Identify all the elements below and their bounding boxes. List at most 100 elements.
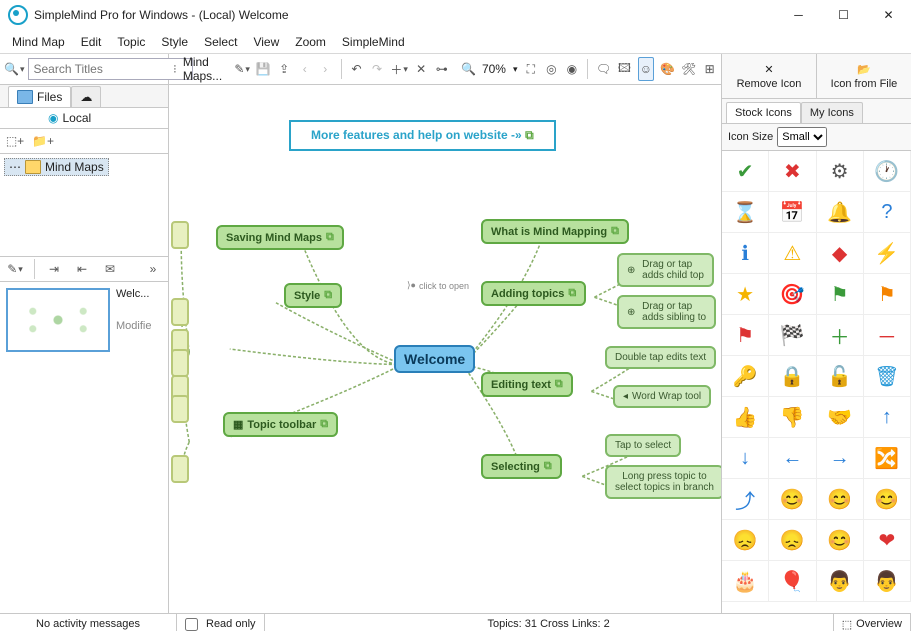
share-icon[interactable]: ⇪ bbox=[277, 58, 292, 80]
stock-icon[interactable]: 😊 bbox=[817, 479, 864, 520]
link-icon[interactable]: ⊶ bbox=[434, 58, 449, 80]
stock-icon[interactable]: 😊 bbox=[769, 479, 816, 520]
stock-icon[interactable]: ⚑ bbox=[817, 274, 864, 315]
stock-icon[interactable]: － bbox=[864, 315, 911, 356]
tab-files[interactable]: Files bbox=[8, 86, 71, 107]
node-editing[interactable]: Editing text⧉ bbox=[481, 372, 573, 397]
search-icon[interactable]: 🔍▾ bbox=[4, 58, 24, 80]
tools-icon[interactable]: 🛠 bbox=[681, 58, 696, 80]
stock-icon[interactable]: ❤ bbox=[864, 520, 911, 561]
menu-view[interactable]: View bbox=[245, 33, 287, 51]
stock-icon[interactable]: ✖ bbox=[769, 151, 816, 192]
export-icon[interactable]: ⇤ bbox=[71, 258, 93, 280]
palette-icon[interactable]: 🎨 bbox=[660, 58, 675, 80]
zoom-icon[interactable]: 🔍 bbox=[461, 58, 476, 80]
stock-icon[interactable]: ⚠ bbox=[769, 233, 816, 274]
target-icon[interactable]: ◎ bbox=[544, 58, 559, 80]
menu-edit[interactable]: Edit bbox=[73, 33, 110, 51]
node-stub[interactable] bbox=[171, 349, 189, 377]
focus-icon[interactable]: ◉ bbox=[565, 58, 580, 80]
stock-icon[interactable]: ⤴ bbox=[722, 479, 769, 520]
menu-zoom[interactable]: Zoom bbox=[287, 33, 334, 51]
menu-select[interactable]: Select bbox=[196, 33, 245, 51]
redo-icon[interactable]: ↷ bbox=[370, 58, 385, 80]
node-style[interactable]: Style⧉ bbox=[284, 283, 342, 308]
stock-icon[interactable]: 😞 bbox=[722, 520, 769, 561]
node-drag2[interactable]: ⊕ Drag or tap adds sibling to bbox=[617, 295, 716, 329]
stock-icon[interactable]: ↑ bbox=[864, 397, 911, 438]
node-toolbar[interactable]: ▦ Topic toolbar⧉ bbox=[223, 412, 338, 437]
node-what[interactable]: What is Mind Mapping⧉ bbox=[481, 219, 629, 244]
stock-icon[interactable]: 😊 bbox=[864, 479, 911, 520]
stock-icon[interactable]: 🎂 bbox=[722, 561, 769, 602]
back-icon[interactable]: ‹ bbox=[297, 58, 312, 80]
delete-icon[interactable]: ✕ bbox=[414, 58, 429, 80]
mindmap-canvas[interactable]: More features and help on website -» ⧉ W… bbox=[169, 85, 721, 613]
menu-simplemind[interactable]: SimpleMind bbox=[334, 33, 413, 51]
node-adding[interactable]: Adding topics⧉ bbox=[481, 281, 586, 306]
stock-icon[interactable]: ← bbox=[769, 438, 816, 479]
stock-icon[interactable]: ⚑ bbox=[722, 315, 769, 356]
stock-icon[interactable]: ◆ bbox=[817, 233, 864, 274]
thumbnail-welcome[interactable]: Welc... Modifie bbox=[6, 288, 162, 352]
stock-icon[interactable]: 👎 bbox=[769, 397, 816, 438]
new-folder-icon[interactable]: 📁+ bbox=[32, 130, 54, 152]
stock-icon[interactable]: 😊 bbox=[817, 520, 864, 561]
tab-stock-icons[interactable]: Stock Icons bbox=[726, 102, 801, 123]
node-stub[interactable] bbox=[171, 221, 189, 249]
banner-link[interactable]: More features and help on website -» ⧉ bbox=[289, 120, 556, 151]
icon-grid-scroll[interactable]: ✔✖⚙🕐⌛📅🔔?ℹ⚠◆⚡★🎯⚑⚑⚑🏁＋－🔑🔒🔓🗑👍👎🤝↑↓←→🔀⤴😊😊😊😞😞😊❤… bbox=[722, 151, 911, 613]
node-drag1[interactable]: ⊕ Drag or tap adds child top bbox=[617, 253, 714, 287]
stock-icon[interactable]: ⚡ bbox=[864, 233, 911, 274]
node-tap[interactable]: Tap to select bbox=[605, 434, 681, 457]
node-saving[interactable]: Saving Mind Maps⧉ bbox=[216, 225, 344, 250]
zoom-value[interactable]: 70% bbox=[482, 62, 506, 76]
stock-icon[interactable]: ★ bbox=[722, 274, 769, 315]
fwd-icon[interactable]: › bbox=[318, 58, 333, 80]
add-icon[interactable]: ＋▾ bbox=[390, 58, 408, 80]
node-stub[interactable] bbox=[171, 395, 189, 423]
minimize-button[interactable]: ─ bbox=[776, 0, 821, 30]
stock-icon[interactable]: ✔ bbox=[722, 151, 769, 192]
stock-icon[interactable]: 👨 bbox=[864, 561, 911, 602]
stock-icon[interactable]: 👨 bbox=[817, 561, 864, 602]
new-map-icon[interactable]: ⬚+ bbox=[4, 130, 26, 152]
node-wrap[interactable]: ◂ Word Wrap tool bbox=[613, 385, 711, 408]
fit-icon[interactable]: ⛶ bbox=[524, 58, 539, 80]
edit-icon[interactable]: ✎▾ bbox=[234, 58, 250, 80]
icon-from-file-button[interactable]: 📂Icon from File bbox=[816, 54, 911, 98]
stock-icon[interactable]: 🤝 bbox=[817, 397, 864, 438]
stock-icon[interactable]: 🔓 bbox=[817, 356, 864, 397]
stock-icon[interactable]: 🎯 bbox=[769, 274, 816, 315]
stock-icon[interactable]: 🔒 bbox=[769, 356, 816, 397]
stock-icon[interactable]: → bbox=[817, 438, 864, 479]
stock-icon[interactable]: ↓ bbox=[722, 438, 769, 479]
layout-icon[interactable]: ⊞ bbox=[702, 58, 717, 80]
menu-style[interactable]: Style bbox=[153, 33, 196, 51]
node-stub[interactable] bbox=[171, 298, 189, 326]
tree-mindmaps[interactable]: ⋯Mind Maps bbox=[4, 158, 109, 176]
stock-icon[interactable]: 📅 bbox=[769, 192, 816, 233]
close-button[interactable]: ✕ bbox=[866, 0, 911, 30]
overview-button[interactable]: ⬚ Overview bbox=[833, 614, 911, 631]
image-icon[interactable]: 🖾 bbox=[617, 58, 632, 80]
stock-icon[interactable]: ⚙ bbox=[817, 151, 864, 192]
menu-mindmap[interactable]: Mind Map bbox=[4, 33, 73, 51]
stock-icon[interactable]: 😞 bbox=[769, 520, 816, 561]
stock-icon[interactable]: ⌛ bbox=[722, 192, 769, 233]
import-icon[interactable]: ⇥ bbox=[43, 258, 65, 280]
stock-icon[interactable]: 🔔 bbox=[817, 192, 864, 233]
node-root[interactable]: Welcome bbox=[394, 345, 475, 373]
tab-my-icons[interactable]: My Icons bbox=[801, 102, 863, 123]
save-icon[interactable]: 💾 bbox=[256, 58, 271, 80]
menu-topic[interactable]: Topic bbox=[109, 33, 153, 51]
stock-icon[interactable]: 🏁 bbox=[769, 315, 816, 356]
stock-icon[interactable]: 🗑 bbox=[864, 356, 911, 397]
undo-icon[interactable]: ↶ bbox=[349, 58, 364, 80]
icon-size-select[interactable]: Small bbox=[777, 127, 827, 147]
stock-icon[interactable]: ＋ bbox=[817, 315, 864, 356]
stock-icon[interactable]: ⚑ bbox=[864, 274, 911, 315]
note-icon[interactable]: 🗨 bbox=[596, 58, 611, 80]
emoji-icon[interactable]: ☺ bbox=[638, 57, 655, 81]
node-stub[interactable] bbox=[171, 455, 189, 483]
